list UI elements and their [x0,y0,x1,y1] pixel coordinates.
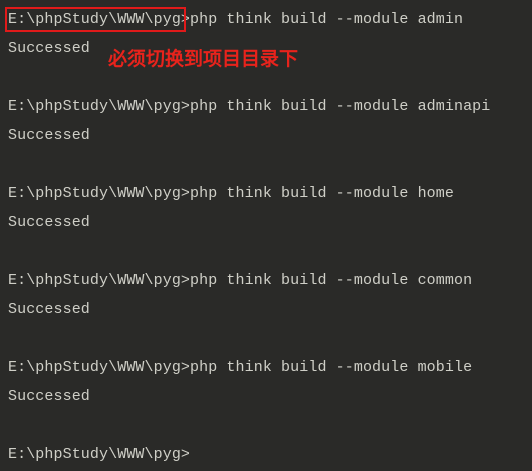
terminal-line-current-prompt[interactable]: E:\phpStudy\WWW\pyg> [8,445,190,465]
annotation-note: 必须切换到项目目录下 [108,48,299,70]
command-text: php think build --module mobile [190,359,473,376]
prompt-text: E:\phpStudy\WWW\pyg> [8,98,191,115]
terminal-line-output: Successed [8,388,90,405]
command-text: php think build --module adminapi [190,98,491,115]
prompt-text: E:\phpStudy\WWW\pyg> [8,272,191,289]
command-text: php think build --module admin [190,11,464,28]
prompt-text: E:\phpStudy\WWW\pyg> [8,446,191,463]
command-text: php think build --module common [190,272,473,289]
terminal-line-command-home: E:\phpStudy\WWW\pyg>php think build --mo… [8,184,454,204]
terminal-line-output: Successed [8,127,90,144]
terminal-line-output: Successed [8,40,90,57]
prompt-highlight-box [5,7,186,32]
prompt-text: E:\phpStudy\WWW\pyg> [8,185,191,202]
terminal-window[interactable]: E:\phpStudy\WWW\pyg>php think build --mo… [0,0,532,471]
terminal-line-command-adminapi: E:\phpStudy\WWW\pyg>php think build --mo… [8,97,490,117]
terminal-line-command-mobile: E:\phpStudy\WWW\pyg>php think build --mo… [8,358,472,378]
prompt-text: E:\phpStudy\WWW\pyg> [8,359,191,376]
terminal-line-output: Successed [8,214,90,231]
terminal-line-command-common: E:\phpStudy\WWW\pyg>php think build --mo… [8,271,472,291]
terminal-line-output: Successed [8,301,90,318]
command-text: php think build --module home [190,185,454,202]
